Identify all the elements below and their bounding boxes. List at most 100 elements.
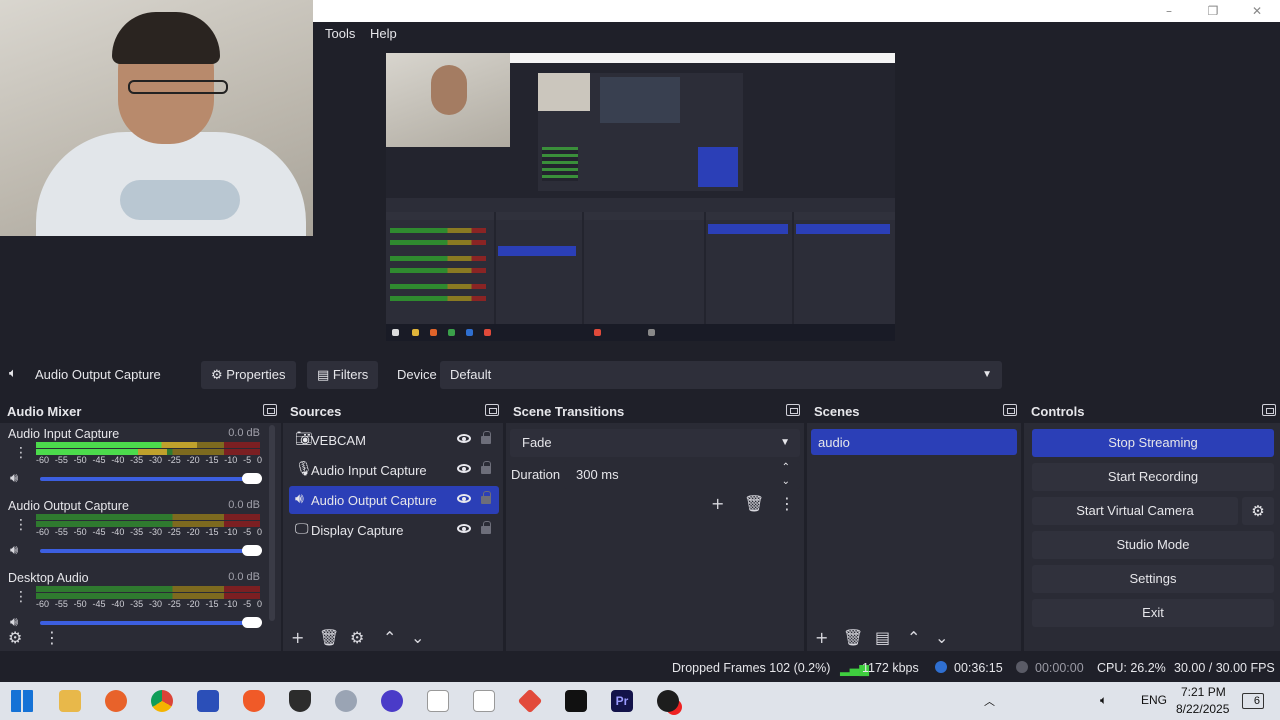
transition-menu-icon[interactable]: ⋮ bbox=[779, 495, 795, 513]
app-icon[interactable] bbox=[381, 690, 403, 712]
undock-icon[interactable] bbox=[1262, 404, 1276, 416]
volume-slider[interactable] bbox=[40, 545, 262, 556]
start-recording-button[interactable]: Start Recording bbox=[1032, 463, 1274, 491]
fps: 30.00 / 30.00 FPS bbox=[1174, 661, 1275, 675]
visibility-eye-icon[interactable] bbox=[457, 524, 471, 533]
source-item[interactable]: 🎙︎ Audio Input Capture bbox=[289, 456, 499, 484]
brave-icon[interactable] bbox=[243, 690, 265, 712]
volume-meter bbox=[36, 585, 260, 600]
move-down-icon[interactable]: ⌄ bbox=[411, 629, 424, 647]
undock-icon[interactable] bbox=[786, 404, 800, 416]
add-icon[interactable]: + bbox=[711, 495, 724, 513]
firefox-icon[interactable] bbox=[105, 690, 127, 712]
channel-menu-icon[interactable]: ⋮ bbox=[14, 517, 28, 533]
tray-overflow-icon[interactable]: ︿ bbox=[984, 693, 995, 709]
trash-icon[interactable]: 🗑︎ bbox=[319, 629, 339, 647]
source-item-label: VEBCAM bbox=[311, 433, 366, 448]
speaker-icon[interactable]: 🔊︎ bbox=[10, 471, 18, 486]
preview-nested-controls bbox=[698, 147, 738, 187]
menu-help[interactable]: Help bbox=[370, 26, 397, 41]
close-icon[interactable]: ✕ bbox=[1243, 2, 1271, 20]
preview-stop-streaming bbox=[796, 224, 890, 234]
shield-icon[interactable] bbox=[289, 690, 311, 712]
program-preview[interactable] bbox=[386, 53, 895, 341]
spin-down-icon[interactable]: ⌄ bbox=[782, 468, 790, 496]
preview-meter bbox=[390, 284, 486, 289]
visibility-eye-icon[interactable] bbox=[457, 434, 471, 443]
stop-streaming-button[interactable]: Stop Streaming bbox=[1032, 429, 1274, 457]
file-explorer-icon[interactable] bbox=[59, 690, 81, 712]
obs-icon[interactable] bbox=[657, 690, 679, 712]
document-icon[interactable] bbox=[427, 690, 449, 712]
preview-mixer bbox=[386, 212, 494, 324]
preview-taskbar-app bbox=[448, 329, 455, 336]
settings-button[interactable]: Settings bbox=[1032, 565, 1274, 593]
mixer-channel-name: Desktop Audio bbox=[8, 571, 89, 585]
filters-label: Filters bbox=[332, 367, 369, 382]
clock-time[interactable]: 7:21 PM bbox=[1181, 685, 1226, 699]
lock-icon[interactable] bbox=[481, 461, 491, 474]
volume-slider[interactable] bbox=[40, 473, 262, 484]
lock-icon[interactable] bbox=[481, 521, 491, 534]
gear-icon[interactable]: ⚙ bbox=[350, 629, 364, 647]
channel-menu-icon[interactable]: ⋮ bbox=[14, 589, 28, 605]
app-icon[interactable] bbox=[335, 690, 357, 712]
undock-icon[interactable] bbox=[263, 404, 277, 416]
mixer-menu-icon[interactable]: ⋮ bbox=[44, 629, 60, 647]
chart-app-icon[interactable] bbox=[197, 690, 219, 712]
meter-scale-label: -40 bbox=[111, 599, 125, 609]
meter-scale-label: -50 bbox=[73, 455, 87, 465]
lock-icon[interactable] bbox=[481, 491, 491, 504]
filter-icon[interactable]: ▤ bbox=[875, 629, 890, 647]
device-value: Default bbox=[450, 367, 492, 382]
meter-scale-label: -15 bbox=[205, 455, 219, 465]
duration-spinbox[interactable]: 300 ms ⌃ ⌄ bbox=[564, 461, 800, 489]
windows-start-icon[interactable] bbox=[11, 690, 33, 712]
transition-select[interactable]: Fade ▼ bbox=[510, 429, 800, 457]
source-item[interactable]: 🖵 Display Capture bbox=[289, 516, 499, 544]
start-virtual-camera-button[interactable]: Start Virtual Camera bbox=[1032, 497, 1238, 525]
bitrate: 1172 kbps bbox=[862, 661, 919, 675]
minimize-icon[interactable]: – bbox=[1155, 2, 1183, 20]
source-item[interactable]: 🔊︎ Audio Output Capture bbox=[289, 486, 499, 514]
input-language[interactable]: ENG bbox=[1141, 693, 1167, 707]
filters-button[interactable]: ▤ Filters bbox=[307, 361, 379, 389]
add-icon[interactable]: + bbox=[291, 629, 304, 647]
virtual-camera-settings-gear-icon[interactable]: ⚙ bbox=[1242, 497, 1274, 525]
studio-mode-button[interactable]: Studio Mode bbox=[1032, 531, 1274, 559]
move-up-icon[interactable]: ⌃ bbox=[907, 629, 920, 647]
scene-item[interactable]: audio bbox=[811, 429, 1017, 455]
trash-icon[interactable]: 🗑︎ bbox=[843, 629, 863, 647]
speaker-icon[interactable]: 🔊︎ bbox=[10, 543, 18, 558]
move-up-icon[interactable]: ⌃ bbox=[383, 629, 396, 647]
preview-taskbar-app bbox=[484, 329, 491, 336]
channel-menu-icon[interactable]: ⋮ bbox=[14, 445, 28, 461]
audio-mixer-footer: ⚙ ⋮ bbox=[0, 625, 281, 651]
source-item-label: Display Capture bbox=[311, 523, 404, 538]
volume-icon[interactable]: 🔈︎ bbox=[1100, 693, 1107, 708]
exit-button[interactable]: Exit bbox=[1032, 599, 1274, 627]
clock-date[interactable]: 8/22/2025 bbox=[1176, 702, 1229, 716]
advanced-audio-icon[interactable]: ⚙ bbox=[8, 629, 22, 647]
meter-scale-label: -20 bbox=[186, 455, 200, 465]
properties-button[interactable]: ⚙ Properties bbox=[201, 361, 296, 389]
lock-icon[interactable] bbox=[481, 431, 491, 444]
audio-mixer-scrollbar[interactable] bbox=[269, 425, 275, 621]
visibility-eye-icon[interactable] bbox=[457, 494, 471, 503]
anydesk-icon[interactable] bbox=[517, 688, 543, 714]
terminal-icon[interactable] bbox=[565, 690, 587, 712]
undock-icon[interactable] bbox=[1003, 404, 1017, 416]
trash-icon[interactable]: 🗑︎ bbox=[744, 495, 764, 513]
move-down-icon[interactable]: ⌄ bbox=[935, 629, 948, 647]
source-item[interactable]: 📷︎ VEBCAM bbox=[289, 426, 499, 454]
premiere-pro-icon[interactable]: Pr bbox=[611, 690, 633, 712]
add-icon[interactable]: + bbox=[815, 629, 828, 647]
visibility-eye-icon[interactable] bbox=[457, 464, 471, 473]
menu-tools[interactable]: Tools bbox=[325, 26, 355, 41]
restore-icon[interactable]: ❐ bbox=[1199, 2, 1227, 20]
chrome-icon[interactable] bbox=[151, 690, 173, 712]
undock-icon[interactable] bbox=[485, 404, 499, 416]
document-icon[interactable] bbox=[473, 690, 495, 712]
notification-icon[interactable]: 6 bbox=[1242, 693, 1264, 709]
device-select[interactable]: Default ▼ bbox=[440, 361, 1002, 389]
